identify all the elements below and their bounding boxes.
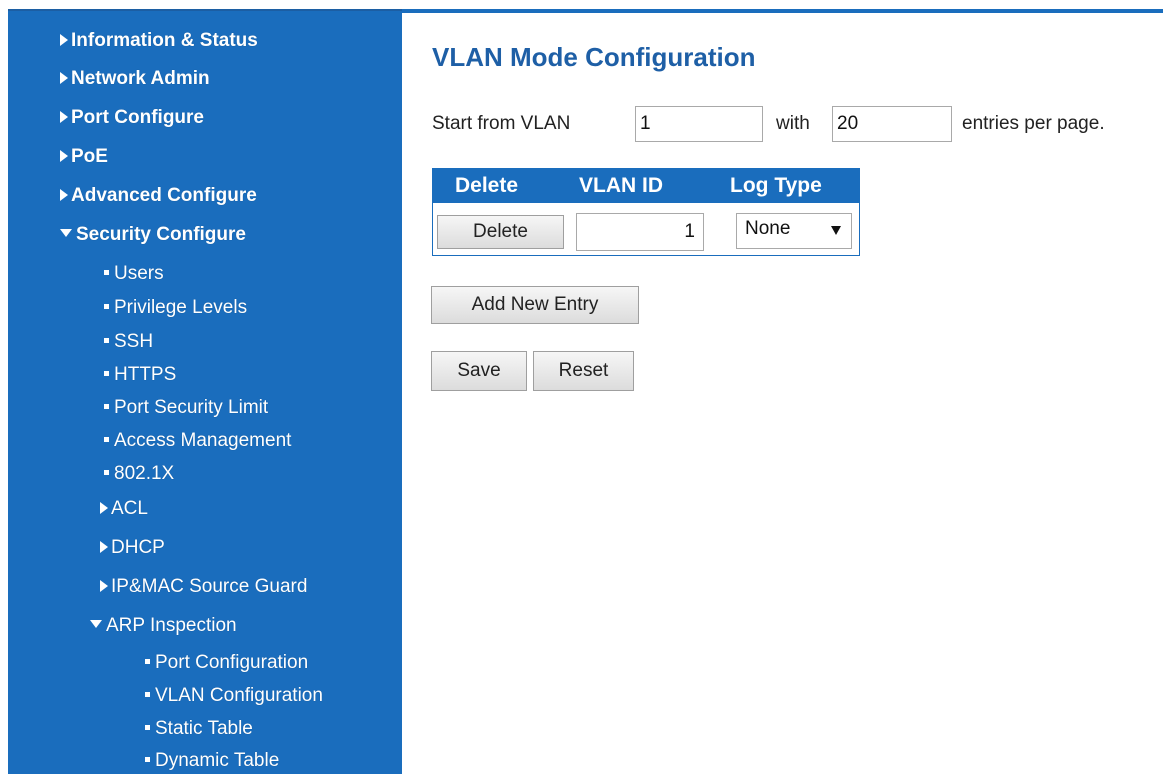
log-type-select[interactable]: None [736,213,852,249]
add-new-entry-button[interactable]: Add New Entry [431,286,639,324]
sidebar-item-poe[interactable]: PoE [60,145,108,169]
sidebar-item-label: ARP Inspection [106,615,237,636]
page: Information & Status Network Admin Port … [0,0,1163,774]
bullet-icon [104,338,109,343]
start-from-label: Start from VLAN [432,113,571,134]
chevron-down-icon [831,226,841,235]
sidebar-item-label: 802.1X [114,463,175,484]
sidebar-item-label: Privilege Levels [114,297,248,318]
with-label: with [776,113,810,134]
sidebar-item-dhcp[interactable]: DHCP [100,536,165,560]
vlan-table: Delete VLAN ID Log Type Delete None [432,168,860,256]
sidebar-item-label: IP&MAC Source Guard [111,576,308,597]
triangle-right-icon [60,72,68,84]
sidebar-item-static-table[interactable]: Static Table [145,717,253,741]
sidebar-item-label: Security Configure [76,224,246,245]
bullet-icon [104,270,109,275]
column-header-delete: Delete [455,174,519,197]
sidebar-item-port-configure[interactable]: Port Configure [60,106,204,130]
sidebar-item-dynamic-table[interactable]: Dynamic Table [145,749,279,773]
sidebar-item-label: Information & Status [71,30,258,51]
bullet-icon [145,725,150,730]
sidebar-item-advanced-configure[interactable]: Advanced Configure [60,184,257,208]
bullet-icon [104,371,109,376]
table-header: Delete VLAN ID Log Type [433,169,859,203]
bullet-icon [104,470,109,475]
triangle-right-icon [100,502,108,514]
sidebar-item-information-status[interactable]: Information & Status [60,29,258,53]
reset-button[interactable]: Reset [533,351,634,391]
sidebar-item-label: Network Admin [71,68,210,89]
triangle-down-icon [90,620,102,628]
column-header-log-type: Log Type [730,174,822,197]
sidebar-item-port-security-limit[interactable]: Port Security Limit [104,396,268,420]
triangle-right-icon [60,111,68,123]
sidebar-item-vlan-configuration[interactable]: VLAN Configuration [145,684,323,708]
log-type-selected-value: None [745,218,791,239]
sidebar-item-label: HTTPS [114,364,177,385]
sidebar-item-arp-inspection[interactable]: ARP Inspection [90,614,237,638]
sidebar-item-port-configuration[interactable]: Port Configuration [145,651,308,675]
top-border [402,9,1163,13]
sidebar-item-label: DHCP [111,537,165,558]
triangle-right-icon [100,580,108,592]
sidebar-item-https[interactable]: HTTPS [104,363,176,387]
sidebar-item-802-1x[interactable]: 802.1X [104,462,174,486]
start-vlan-input[interactable] [635,106,763,142]
triangle-right-icon [60,189,68,201]
sidebar-item-ssh[interactable]: SSH [104,330,153,354]
sidebar-item-acl[interactable]: ACL [100,497,148,521]
sidebar-item-label: Static Table [155,718,253,739]
delete-row-button[interactable]: Delete [437,215,564,249]
sidebar-item-network-admin[interactable]: Network Admin [60,67,210,91]
sidebar-item-access-management[interactable]: Access Management [104,429,291,453]
sidebar-item-label: Dynamic Table [155,750,280,771]
sidebar-item-security-configure[interactable]: Security Configure [60,223,246,247]
sidebar-item-label: Port Configuration [155,652,309,673]
save-button[interactable]: Save [431,351,527,391]
vlan-id-input[interactable] [576,213,704,251]
page-title: VLAN Mode Configuration [432,42,756,72]
entries-per-page-input[interactable] [832,106,952,142]
triangle-right-icon [60,150,68,162]
bullet-icon [145,692,150,697]
triangle-down-icon [60,229,72,237]
entries-per-page-label: entries per page. [962,113,1105,134]
sidebar-item-privilege-levels[interactable]: Privilege Levels [104,296,247,320]
bullet-icon [104,404,109,409]
sidebar-item-ip-mac-source-guard[interactable]: IP&MAC Source Guard [100,575,307,599]
bullet-icon [145,659,150,664]
bullet-icon [104,304,109,309]
column-header-vlan-id: VLAN ID [579,174,663,197]
triangle-right-icon [100,541,108,553]
sidebar-item-users[interactable]: Users [104,262,164,286]
sidebar-item-label: Advanced Configure [71,185,257,206]
sidebar-item-label: Users [114,263,164,284]
sidebar-item-label: PoE [71,146,108,167]
bullet-icon [145,757,150,762]
bullet-icon [104,437,109,442]
sidebar-item-label: Access Management [114,430,292,451]
sidebar-item-label: SSH [114,331,154,352]
triangle-right-icon [60,34,68,46]
sidebar-nav: Information & Status Network Admin Port … [8,9,402,774]
sidebar-item-label: Port Security Limit [114,397,269,418]
sidebar-item-label: ACL [111,498,148,519]
sidebar-item-label: Port Configure [71,107,204,128]
sidebar-item-label: VLAN Configuration [155,685,323,706]
